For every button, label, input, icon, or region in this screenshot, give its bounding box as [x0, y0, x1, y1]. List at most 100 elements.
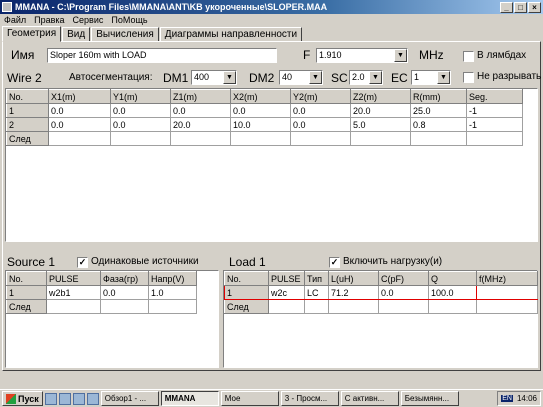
- mhz-label: MHz: [419, 48, 444, 62]
- table-cell[interactable]: [268, 299, 305, 314]
- table-cell[interactable]: [350, 131, 411, 146]
- table-cell[interactable]: [378, 299, 429, 314]
- name-input[interactable]: Sloper 160m with LOAD: [47, 48, 277, 63]
- maximize-button[interactable]: □: [514, 1, 527, 13]
- source-header-row: No. PULSE Фаза(гр) Напр(V): [6, 271, 197, 286]
- tab-view[interactable]: Вид: [62, 27, 91, 42]
- table-row[interactable]: След: [224, 299, 538, 314]
- language-indicator[interactable]: EN: [501, 395, 513, 402]
- chevron-down-icon[interactable]: ▼: [369, 71, 382, 84]
- table-cell[interactable]: [46, 299, 101, 314]
- geometry-panel: Имя Sloper 160m with LOAD F 1.910 ▼ MHz …: [2, 41, 541, 371]
- table-cell[interactable]: 0.0: [290, 117, 351, 132]
- chevron-down-icon[interactable]: ▼: [437, 71, 450, 84]
- table-cell[interactable]: w2b1: [46, 285, 101, 300]
- table-row[interactable]: 1 w2c LC 71.2 0.0 100.0: [224, 285, 538, 300]
- task-button[interactable]: Мое: [220, 391, 279, 406]
- table-cell[interactable]: [110, 131, 171, 146]
- lambda-checkbox[interactable]: [463, 51, 474, 62]
- table-cell[interactable]: 0.0: [110, 117, 171, 132]
- task-button[interactable]: С активн...: [340, 391, 399, 406]
- tab-geometry[interactable]: Геометрия: [2, 26, 62, 42]
- table-cell[interactable]: [304, 299, 329, 314]
- task-button[interactable]: Безымянн...: [400, 391, 459, 406]
- table-cell[interactable]: [328, 299, 379, 314]
- table-cell[interactable]: 0.0: [170, 103, 231, 118]
- dm2-select[interactable]: 40 ▼: [279, 70, 323, 85]
- menu-help[interactable]: ПоМощь: [111, 15, 147, 25]
- table-cell[interactable]: 20.0: [170, 117, 231, 132]
- nobreak-checkbox[interactable]: [463, 72, 474, 83]
- table-cell[interactable]: 25.0: [410, 103, 467, 118]
- table-row[interactable]: След: [6, 131, 523, 146]
- tab-calculations[interactable]: Вычисления: [91, 27, 159, 42]
- table-cell[interactable]: 20.0: [350, 103, 411, 118]
- table-cell[interactable]: 0.0: [48, 117, 111, 132]
- table-cell[interactable]: [290, 131, 351, 146]
- table-cell[interactable]: 0.0: [378, 285, 429, 300]
- tab-patterns[interactable]: Диаграммы направленности: [159, 27, 303, 42]
- table-row[interactable]: 2 0.0 0.0 20.0 10.0 0.0 5.0 0.8 -1: [6, 117, 523, 132]
- menu-service[interactable]: Сервис: [73, 15, 104, 25]
- dm2-label: DM2: [249, 71, 275, 85]
- minimize-button[interactable]: _: [500, 1, 513, 13]
- sc-select[interactable]: 2.0 ▼: [349, 70, 383, 85]
- start-button[interactable]: Пуск: [2, 391, 43, 406]
- table-cell[interactable]: 10.0: [230, 117, 291, 132]
- table-cell[interactable]: 0.0: [100, 285, 149, 300]
- table-row[interactable]: След: [6, 299, 197, 314]
- row-number: 2: [6, 117, 49, 132]
- table-cell[interactable]: [148, 299, 197, 314]
- table-cell[interactable]: 1.0: [148, 285, 197, 300]
- task-button[interactable]: 3 - Просм...: [280, 391, 339, 406]
- table-cell[interactable]: [410, 131, 467, 146]
- nobreak-label: Не разрывать: [477, 71, 542, 82]
- table-cell[interactable]: LC: [304, 285, 329, 300]
- chevron-down-icon[interactable]: ▼: [309, 71, 322, 84]
- table-row[interactable]: 1 0.0 0.0 0.0 0.0 0.0 20.0 25.0 -1: [6, 103, 523, 118]
- source-label: Source 1: [7, 255, 56, 269]
- frequency-select[interactable]: 1.910 ▼: [316, 48, 408, 63]
- col-x2: X2(m): [230, 89, 291, 104]
- table-cell[interactable]: 5.0: [350, 117, 411, 132]
- folder-icon[interactable]: [72, 392, 85, 405]
- browser-icon[interactable]: [58, 392, 71, 405]
- table-cell[interactable]: [428, 299, 477, 314]
- table-cell[interactable]: [466, 131, 523, 146]
- ec-select[interactable]: 1 ▼: [411, 70, 451, 85]
- col-phase: Фаза(гр): [100, 271, 149, 286]
- same-sources-checkbox[interactable]: ✓: [77, 257, 88, 268]
- row-number: 1: [224, 285, 269, 300]
- table-cell[interactable]: 0.0: [110, 103, 171, 118]
- table-cell[interactable]: 0.0: [48, 103, 111, 118]
- desktop-icon[interactable]: [44, 392, 57, 405]
- table-cell[interactable]: [100, 299, 149, 314]
- task-button[interactable]: Обзор1 - ...: [100, 391, 159, 406]
- table-cell[interactable]: -1: [466, 103, 523, 118]
- table-cell[interactable]: [170, 131, 231, 146]
- enable-load-checkbox[interactable]: ✓: [329, 257, 340, 268]
- table-cell[interactable]: 100.0: [428, 285, 477, 300]
- dm1-select[interactable]: 400 ▼: [191, 70, 237, 85]
- mail-icon[interactable]: [86, 392, 99, 405]
- table-cell[interactable]: 0.0: [290, 103, 351, 118]
- table-cell[interactable]: 0.8: [410, 117, 467, 132]
- table-row[interactable]: 1 w2b1 0.0 1.0: [6, 285, 197, 300]
- table-cell[interactable]: 71.2: [328, 285, 379, 300]
- task-button-active[interactable]: MMANA: [160, 391, 219, 406]
- table-cell[interactable]: [48, 131, 111, 146]
- table-cell[interactable]: [230, 131, 291, 146]
- menu-edit[interactable]: Правка: [34, 15, 64, 25]
- close-button[interactable]: ×: [528, 1, 541, 13]
- table-cell[interactable]: -1: [466, 117, 523, 132]
- row-number: 1: [6, 103, 49, 118]
- load-label: Load 1: [229, 255, 266, 269]
- table-cell[interactable]: [476, 285, 538, 300]
- table-cell[interactable]: w2c: [268, 285, 305, 300]
- menu-file[interactable]: Файл: [4, 15, 26, 25]
- table-cell[interactable]: 0.0: [230, 103, 291, 118]
- table-cell[interactable]: [476, 299, 538, 314]
- chevron-down-icon[interactable]: ▼: [394, 49, 407, 62]
- sc-value: 2.0: [352, 72, 365, 82]
- chevron-down-icon[interactable]: ▼: [223, 71, 236, 84]
